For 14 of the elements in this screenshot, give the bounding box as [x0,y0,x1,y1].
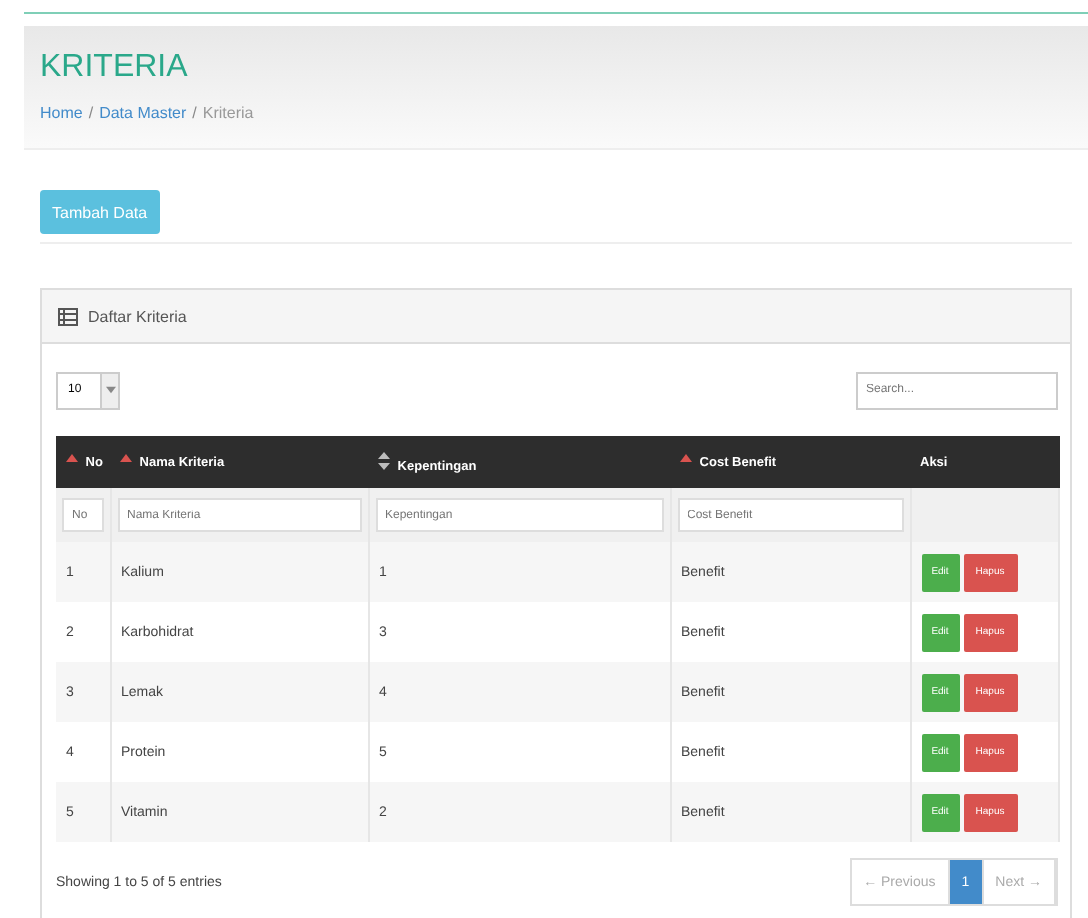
breadcrumb-separator: / [192,104,197,122]
caret-icon [105,386,115,394]
panel-title: Daftar Kriteria [88,307,187,325]
breadcrumb-link[interactable]: Home [40,104,83,122]
breadcrumb-link[interactable]: Data Master [99,104,187,122]
sort-icon [66,454,78,466]
page-title: KRITERIA [40,48,190,88]
breadcrumb-current: Kriteria [202,104,254,122]
add-data-button[interactable]: Tambah Data [40,190,160,234]
sort-icon [680,454,692,466]
table-icon [58,307,78,325]
sort-icon [120,454,132,466]
sort-icon [378,451,390,469]
breadcrumb-separator: / [88,104,94,122]
